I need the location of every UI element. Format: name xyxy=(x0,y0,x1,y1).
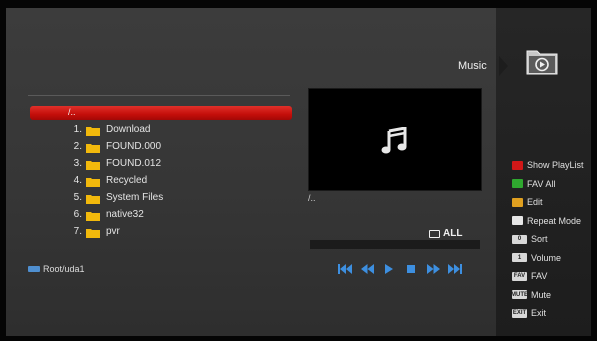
section-arrow-icon xyxy=(499,56,508,76)
folder-icon xyxy=(86,161,100,170)
item-name: Recycled xyxy=(106,175,148,186)
folder-icon xyxy=(86,212,100,221)
item-name: FOUND.000 xyxy=(106,141,162,152)
list-item[interactable]: 1. Download xyxy=(46,122,276,139)
item-name: System Files xyxy=(106,192,164,203)
zero-key-icon: 0 xyxy=(512,234,527,244)
mute-key-icon: MUTE xyxy=(511,290,528,300)
root-path: Root/uda1 xyxy=(28,264,85,274)
item-index: 1. xyxy=(73,124,82,135)
folder-icon xyxy=(86,229,100,238)
legend-label: Sort xyxy=(531,234,548,245)
legend-sort[interactable]: 0 Sort xyxy=(512,230,584,249)
red-key-icon xyxy=(512,160,523,170)
legend-show-playlist[interactable]: Show PlayList xyxy=(512,156,584,175)
folder-icon xyxy=(86,144,100,153)
list-item[interactable]: 2. FOUND.000 xyxy=(46,139,276,156)
current-path-text: /.. xyxy=(68,107,76,117)
legend-mute[interactable]: MUTE Mute xyxy=(511,286,584,305)
rewind-icon[interactable] xyxy=(360,263,374,275)
one-key-icon: 1 xyxy=(512,253,527,263)
folder-icon xyxy=(86,178,100,187)
item-index: 5. xyxy=(73,192,82,203)
green-key-icon xyxy=(512,179,523,189)
item-index: 7. xyxy=(73,226,82,237)
usb-drive-icon xyxy=(28,266,40,272)
header-divider xyxy=(28,95,290,96)
item-name: pvr xyxy=(106,226,120,237)
legend-edit[interactable]: Edit xyxy=(512,193,584,212)
play-icon[interactable] xyxy=(382,263,396,275)
item-index: 4. xyxy=(73,175,82,186)
legend-label: Exit xyxy=(531,308,547,319)
legend-label: Edit xyxy=(527,197,543,208)
current-path-bar[interactable]: /.. xyxy=(30,106,292,120)
root-path-text: Root/uda1 xyxy=(43,264,85,274)
key-legend: Show PlayList FAV All Edit Repeat Mode 0… xyxy=(511,156,584,323)
fast-forward-icon[interactable] xyxy=(426,263,440,275)
item-name: Download xyxy=(106,124,151,135)
section-title: Music xyxy=(458,60,487,72)
list-item[interactable]: 6. native32 xyxy=(46,207,276,224)
legend-label: FAV xyxy=(531,271,548,282)
media-player-screen: Music /.. 1. Download 2. FOUND.000 3. FO… xyxy=(6,8,591,336)
item-name: FOUND.012 xyxy=(106,158,162,169)
repeat-mode-badge: ALL xyxy=(429,228,462,239)
list-item[interactable]: 7. pvr xyxy=(46,224,276,241)
legend-label: Mute xyxy=(531,289,552,300)
skip-forward-icon[interactable] xyxy=(448,263,462,275)
music-folder-icon xyxy=(526,50,558,75)
folder-icon xyxy=(86,195,100,204)
stop-icon[interactable] xyxy=(404,263,418,275)
white-key-icon xyxy=(512,216,523,226)
list-item[interactable]: 4. Recycled xyxy=(46,173,276,190)
legend-label: Show PlayList xyxy=(527,160,584,171)
repeat-mode-text: ALL xyxy=(443,228,463,239)
list-item[interactable]: 3. FOUND.012 xyxy=(46,156,276,173)
music-note-icon xyxy=(381,127,407,154)
legend-fav-all[interactable]: FAV All xyxy=(512,175,584,194)
legend-label: FAV All xyxy=(527,178,556,189)
item-index: 3. xyxy=(73,158,82,169)
repeat-icon xyxy=(429,229,440,238)
skip-back-icon[interactable] xyxy=(338,263,352,275)
item-name: native32 xyxy=(106,209,144,220)
legend-label: Volume xyxy=(531,252,562,263)
item-index: 6. xyxy=(73,209,82,220)
legend-fav[interactable]: FAV FAV xyxy=(512,267,584,286)
exit-key-icon: EXIT xyxy=(512,308,527,318)
legend-volume[interactable]: 1 Volume xyxy=(512,249,584,268)
progress-bar[interactable] xyxy=(310,240,480,249)
fav-key-icon: FAV xyxy=(512,271,527,281)
preview-window xyxy=(308,88,482,191)
file-list: 1. Download 2. FOUND.000 3. FOUND.012 4.… xyxy=(46,122,276,241)
legend-repeat-mode[interactable]: Repeat Mode xyxy=(512,212,584,231)
item-index: 2. xyxy=(73,141,82,152)
legend-exit[interactable]: EXIT Exit xyxy=(512,304,584,323)
playback-controls xyxy=(338,263,462,275)
preview-path: /.. xyxy=(308,193,316,203)
legend-label: Repeat Mode xyxy=(527,215,582,226)
yellow-key-icon xyxy=(512,197,523,207)
folder-icon xyxy=(86,127,100,136)
list-item[interactable]: 5. System Files xyxy=(46,190,276,207)
